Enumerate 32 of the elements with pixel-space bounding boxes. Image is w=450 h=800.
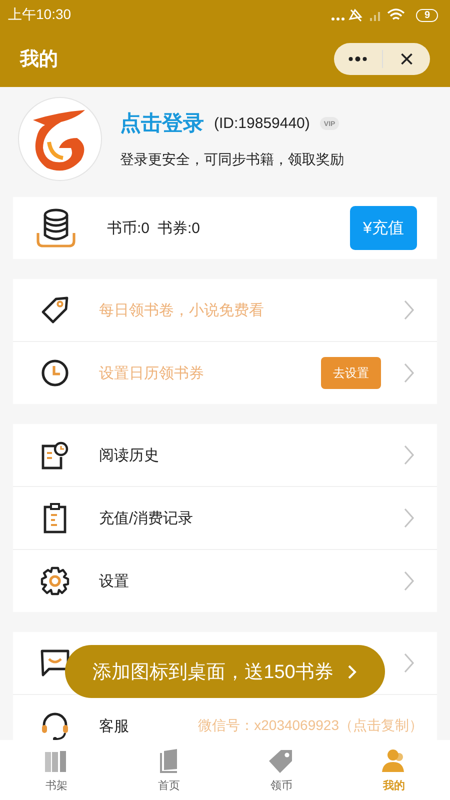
chevron-right-icon <box>403 444 415 466</box>
login-link[interactable]: 点击登录 <box>120 109 204 137</box>
chevron-right-icon <box>403 570 415 592</box>
chevron-right-icon <box>403 362 415 384</box>
setup-button[interactable]: 去设置 <box>321 357 381 389</box>
menu-label: 每日领书卷，小说免费看 <box>99 300 265 320</box>
document-clock-icon <box>39 439 71 471</box>
chevron-right-icon <box>403 507 415 529</box>
voucher-balance: 书券:0 <box>158 218 200 238</box>
settings-icon <box>39 565 71 597</box>
clock-icon <box>39 357 71 389</box>
coin-stack-icon <box>35 207 77 249</box>
menu-label: 客服 <box>99 716 129 736</box>
chevron-right-icon <box>403 299 415 321</box>
headset-icon <box>39 710 71 740</box>
menu-label: 阅读历史 <box>99 446 160 464</box>
login-hint: 登录更安全，可同步书籍，领取奖励 <box>120 151 344 169</box>
coin-balance: 书币:0 <box>107 218 150 238</box>
user-id: (ID:19859440) <box>214 114 310 132</box>
menu-label: 设置日历领书券 <box>99 364 205 382</box>
menu-label: 充值/消费记录 <box>99 508 194 528</box>
recharge-button[interactable]: ¥充值 <box>350 206 417 250</box>
chat-icon <box>39 647 71 679</box>
wechat-id-text[interactable]: 微信号：x2034069923（点击复制） <box>198 717 423 735</box>
battery-level: 9 <box>416 8 438 22</box>
page-title: 我的 <box>20 48 58 72</box>
tag-icon <box>39 294 71 326</box>
menu-label: 设置 <box>99 572 130 590</box>
chevron-right-icon <box>347 664 358 680</box>
chevron-right-icon <box>403 652 415 674</box>
status-time: 上午10:30 <box>8 6 72 24</box>
add-to-desktop-toast[interactable]: 添加图标到桌面，送150书券 <box>65 645 385 698</box>
